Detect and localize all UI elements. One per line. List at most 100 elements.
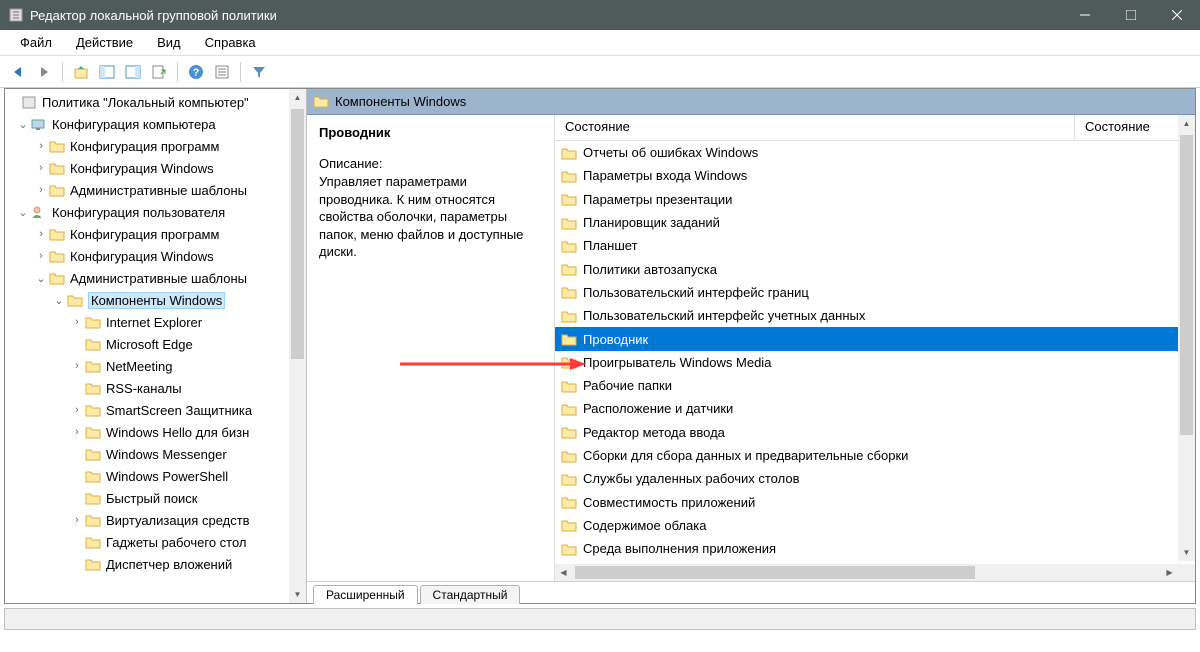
menu-help[interactable]: Справка	[195, 32, 266, 53]
list-item-label: Среда выполнения приложения	[583, 541, 776, 556]
tree-hello[interactable]: › Windows Hello для бизн	[5, 421, 289, 443]
expander-icon[interactable]: ›	[33, 250, 49, 262]
tree-computer-windows[interactable]: › Конфигурация Windows	[5, 157, 289, 179]
list-body[interactable]: Отчеты об ошибках WindowsПараметры входа…	[555, 141, 1195, 581]
scroll-thumb[interactable]	[575, 566, 975, 579]
list-item[interactable]: Отчеты об ошибках Windows	[555, 141, 1195, 164]
tree-computer-config[interactable]: ⌄ Конфигурация компьютера	[5, 113, 289, 135]
tab-extended[interactable]: Расширенный	[313, 585, 418, 604]
folder-icon	[49, 160, 67, 176]
list-item[interactable]: Пользовательский интерфейс учетных данны…	[555, 304, 1195, 327]
tree-gadgets[interactable]: Гаджеты рабочего стол	[5, 531, 289, 553]
folder-icon	[561, 354, 579, 370]
tree-attachments[interactable]: Диспетчер вложений	[5, 553, 289, 575]
list-item[interactable]: Параметры входа Windows	[555, 164, 1195, 187]
column-header-state[interactable]: Состояние	[555, 115, 1075, 140]
tab-standard[interactable]: Стандартный	[420, 585, 521, 604]
tree-powershell[interactable]: Windows PowerShell	[5, 465, 289, 487]
expander-icon[interactable]: ›	[69, 404, 85, 416]
tree-view[interactable]: Политика "Локальный компьютер" ⌄ Конфигу…	[5, 89, 289, 603]
list-item[interactable]: Планшет	[555, 234, 1195, 257]
list-item-label: Параметры презентации	[583, 192, 732, 207]
scroll-down-icon[interactable]: ▼	[289, 586, 306, 603]
tree-ie[interactable]: › Internet Explorer	[5, 311, 289, 333]
menu-file[interactable]: Файл	[10, 32, 62, 53]
expander-icon[interactable]: ›	[33, 228, 49, 240]
view-tabs: Расширенный Стандартный	[307, 581, 1195, 603]
list-item[interactable]: Совместимость приложений	[555, 490, 1195, 513]
tree-messenger[interactable]: Windows Messenger	[5, 443, 289, 465]
filter-button[interactable]	[247, 60, 271, 84]
expander-icon[interactable]: ›	[33, 162, 49, 174]
list-item[interactable]: Проигрыватель Windows Media	[555, 351, 1195, 374]
expander-icon[interactable]: ⌄	[51, 294, 67, 307]
tree-windows-components[interactable]: ⌄ Компоненты Windows	[5, 289, 289, 311]
list-item[interactable]: Редактор метода ввода	[555, 421, 1195, 444]
tree-user-config[interactable]: ⌄ Конфигурация пользователя	[5, 201, 289, 223]
expander-icon[interactable]: ⌄	[33, 272, 49, 285]
list-item[interactable]: Содержимое облака	[555, 514, 1195, 537]
list-item[interactable]: Рабочие папки	[555, 374, 1195, 397]
tree-quicksearch[interactable]: Быстрый поиск	[5, 487, 289, 509]
list-item[interactable]: Службы удаленных рабочих столов	[555, 467, 1195, 490]
back-button[interactable]	[6, 60, 30, 84]
properties-button[interactable]	[210, 60, 234, 84]
tree-user-admin[interactable]: ⌄ Административные шаблоны	[5, 267, 289, 289]
minimize-button[interactable]	[1062, 0, 1108, 30]
tree-virtualization[interactable]: › Виртуализация средств	[5, 509, 289, 531]
tree-user-windows[interactable]: › Конфигурация Windows	[5, 245, 289, 267]
list-item[interactable]: Пользовательский интерфейс границ	[555, 281, 1195, 304]
window-title: Редактор локальной групповой политики	[30, 8, 1062, 23]
expander-icon[interactable]: ⌄	[15, 206, 31, 219]
help-button[interactable]: ?	[184, 60, 208, 84]
list-item[interactable]: Расположение и датчики	[555, 397, 1195, 420]
list-item[interactable]: Среда выполнения приложения	[555, 537, 1195, 560]
list-horizontal-scrollbar[interactable]: ◀ ▶	[555, 564, 1178, 581]
expander-icon[interactable]: ›	[33, 184, 49, 196]
expander-icon[interactable]: ›	[33, 140, 49, 152]
maximize-button[interactable]	[1108, 0, 1154, 30]
close-button[interactable]	[1154, 0, 1200, 30]
forward-button[interactable]	[32, 60, 56, 84]
tree-netmeeting[interactable]: › NetMeeting	[5, 355, 289, 377]
list-item[interactable]: Параметры презентации	[555, 188, 1195, 211]
tree-smartscreen[interactable]: › SmartScreen Защитника	[5, 399, 289, 421]
list-item-label: Пользовательский интерфейс границ	[583, 285, 809, 300]
list-item-label: Рабочие папки	[583, 378, 672, 393]
export-button[interactable]	[147, 60, 171, 84]
tree-user-software[interactable]: › Конфигурация программ	[5, 223, 289, 245]
expander-icon[interactable]: ›	[69, 514, 85, 526]
tree-computer-software[interactable]: › Конфигурация программ	[5, 135, 289, 157]
list-vertical-scrollbar[interactable]: ▲ ▼	[1178, 115, 1195, 561]
scroll-thumb[interactable]	[291, 109, 304, 359]
folder-icon	[85, 534, 103, 550]
scroll-down-icon[interactable]: ▼	[1178, 544, 1195, 561]
tree-panel: Политика "Локальный компьютер" ⌄ Конфигу…	[5, 89, 307, 603]
column-header-state2[interactable]: Состояние	[1075, 115, 1195, 140]
list-item[interactable]: Сборки для сбора данных и предварительны…	[555, 444, 1195, 467]
list-item[interactable]: Политики автозапуска	[555, 257, 1195, 280]
list-item[interactable]: Планировщик заданий	[555, 211, 1195, 234]
list-item[interactable]: Проводник	[555, 327, 1195, 350]
menu-action[interactable]: Действие	[66, 32, 143, 53]
show-hide-action-button[interactable]	[121, 60, 145, 84]
tree-scrollbar[interactable]: ▲ ▼	[289, 89, 306, 603]
expander-icon[interactable]: ›	[69, 426, 85, 438]
tree-computer-admin[interactable]: › Административные шаблоны	[5, 179, 289, 201]
expander-icon[interactable]: ›	[69, 360, 85, 372]
scroll-thumb[interactable]	[1180, 135, 1193, 435]
scroll-up-icon[interactable]: ▲	[1178, 115, 1195, 132]
up-folder-button[interactable]	[69, 60, 93, 84]
expander-icon[interactable]: ›	[69, 316, 85, 328]
menu-view[interactable]: Вид	[147, 32, 191, 53]
scroll-right-icon[interactable]: ▶	[1161, 564, 1178, 581]
show-hide-tree-button[interactable]	[95, 60, 119, 84]
scroll-up-icon[interactable]: ▲	[289, 89, 306, 106]
tree-edge[interactable]: Microsoft Edge	[5, 333, 289, 355]
tree-rss[interactable]: RSS-каналы	[5, 377, 289, 399]
expander-icon[interactable]: ⌄	[15, 118, 31, 131]
list-item-label: Проводник	[583, 332, 648, 347]
description-text: Управляет параметрами проводника. К ним …	[319, 173, 542, 261]
scroll-left-icon[interactable]: ◀	[555, 564, 572, 581]
tree-root[interactable]: Политика "Локальный компьютер"	[5, 91, 289, 113]
